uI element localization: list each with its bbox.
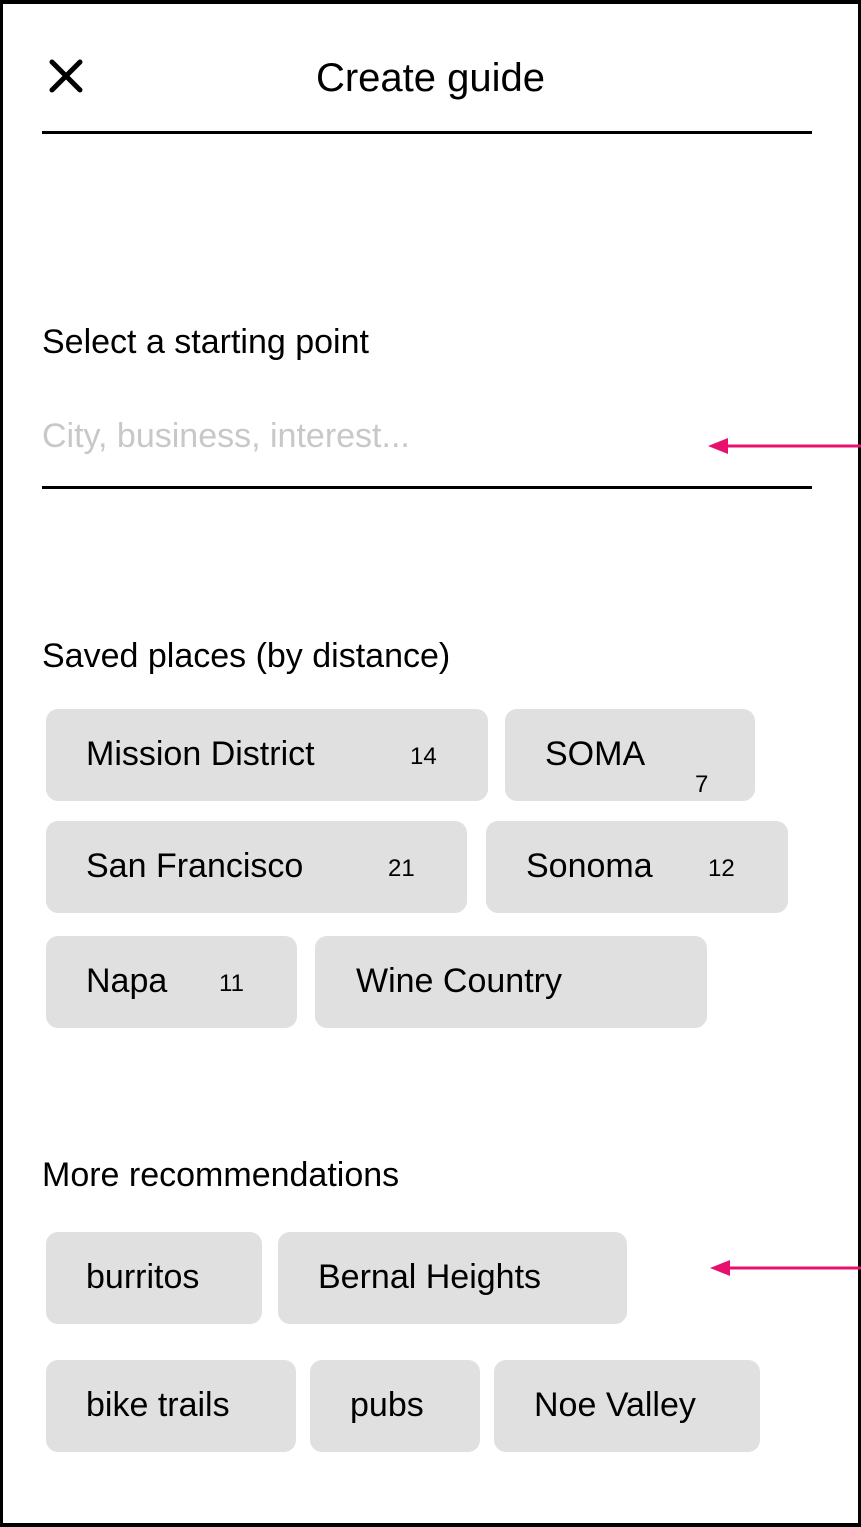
- chip-label: SOMA: [545, 735, 646, 773]
- chip-count: 14: [410, 743, 437, 770]
- chip-label: Sonoma: [526, 847, 653, 885]
- saved-place-chip[interactable]: SOMA 7: [505, 709, 755, 801]
- chip-label: bike trails: [86, 1386, 230, 1424]
- annotation-arrow: [708, 438, 861, 454]
- chip-label: burritos: [86, 1258, 200, 1296]
- chip-label: Bernal Heights: [318, 1258, 542, 1296]
- recommendation-chip[interactable]: Noe Valley: [494, 1360, 760, 1452]
- recommendation-chip[interactable]: pubs: [310, 1360, 480, 1452]
- chip-count: 12: [708, 855, 735, 882]
- recommendations-heading: More recommendations: [42, 1156, 400, 1194]
- page-title: Create guide: [315, 56, 546, 100]
- chip-count: 11: [219, 970, 244, 997]
- chip-count: 7: [695, 771, 709, 798]
- search-underline: [42, 486, 812, 489]
- starting-point-label: Select a starting point: [42, 323, 369, 361]
- annotation-arrow: [710, 1260, 861, 1276]
- recommendation-chip[interactable]: burritos: [46, 1232, 262, 1324]
- chip-label: pubs: [350, 1386, 424, 1424]
- recommendation-chip[interactable]: Bernal Heights: [278, 1232, 627, 1324]
- starting-point-input[interactable]: [42, 412, 682, 460]
- chip-count: 21: [388, 855, 415, 882]
- chip-label: Wine Country: [356, 962, 562, 1000]
- saved-place-chip[interactable]: Napa 11: [46, 936, 297, 1028]
- chip-label: San Francisco: [86, 847, 304, 885]
- saved-places-heading: Saved places (by distance): [42, 637, 451, 675]
- saved-place-chip[interactable]: Wine Country: [315, 936, 707, 1028]
- saved-place-chip[interactable]: Sonoma 12: [486, 821, 788, 913]
- header-divider: [42, 131, 812, 134]
- recommendation-chip[interactable]: bike trails: [46, 1360, 296, 1452]
- chip-label: Mission District: [86, 735, 315, 773]
- saved-place-chip[interactable]: San Francisco 21: [46, 821, 467, 913]
- saved-place-chip[interactable]: Mission District 14: [46, 709, 488, 801]
- chip-label: Napa: [86, 962, 168, 1000]
- chip-label: Noe Valley: [534, 1386, 696, 1424]
